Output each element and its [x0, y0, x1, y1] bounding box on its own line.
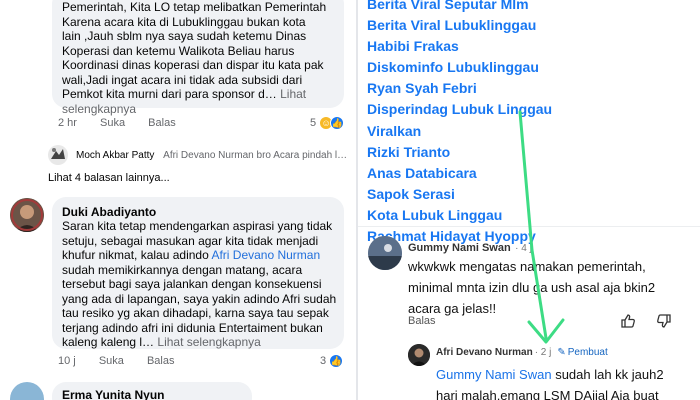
reply-avatar[interactable]	[48, 145, 68, 165]
commenter-avatar[interactable]	[368, 236, 402, 270]
comment-line: acara ga jelas!!	[408, 301, 497, 316]
pencil-icon: ✎	[557, 347, 566, 358]
creator-badge-label: Pembuat	[567, 347, 608, 358]
reply-link[interactable]: Balas	[408, 315, 436, 327]
comment-text: wkwkwk mengatas namakan pemerintah, mini…	[408, 256, 698, 319]
comment-2-line: terjang adindo afri ini didunia Entertai…	[62, 320, 323, 335]
mention-link[interactable]: Gummy Nami Swan	[436, 367, 552, 382]
tag-list: Berita Viral Seputar Mlm Berita Viral Lu…	[367, 0, 552, 247]
reaction-count[interactable]: 5 ☺ 👍	[310, 116, 345, 130]
reply-text: Gummy Nami Swan sudah lah kk jauh2 hari …	[436, 364, 700, 400]
comment-line: minimal mnta izin dlu ga ush asal aja bk…	[408, 280, 656, 295]
comment-2-line: setuju, sebagai masukan agar kita tidak …	[62, 233, 319, 248]
comment-2-line: yang ada di lapangan, saya yakin adindo …	[62, 291, 337, 306]
see-more-link[interactable]: selengkapnya	[62, 102, 342, 117]
thumbs-down-icon[interactable]	[656, 313, 672, 329]
comment-1-line: Pemerintah, Kita LO tetap melibatkan Pem…	[62, 0, 327, 14]
reply-preview[interactable]: Moch Akbar Patty Afri Devano Nurman bro …	[76, 150, 347, 161]
reply-time: · 2 j	[534, 347, 552, 358]
view-more-replies-link[interactable]: Lihat 4 balasan lainnya...	[48, 172, 170, 184]
right-comments-panel: Berita Viral Seputar Mlm Berita Viral Lu…	[358, 0, 700, 400]
comment-1-line: Pemkot kita murni dari para sponsor d… L…	[62, 87, 307, 101]
tag-link[interactable]: Diskominfo Lubuklinggau	[367, 57, 552, 78]
like-reaction-icon: 👍	[330, 116, 345, 130]
comment-1-actions: 2 hr Suka Balas	[58, 117, 196, 129]
comment-bubble-2[interactable]: Duki Abadiyanto Saran kita tetap mendeng…	[52, 197, 344, 349]
comment-1-line: Karena acara kita di Lubuklinggau bukan …	[62, 14, 306, 29]
like-reaction-icon: 👍	[329, 354, 344, 368]
comment-1-line: Koordinasi dinas koperasi dan dispar itu…	[62, 58, 324, 72]
section-separator	[358, 226, 700, 227]
comment-1-line: wali,Jadi ingat acara ini tidak ada subs…	[62, 72, 303, 87]
comment-2-line: tau resiko yg akan dihadapi, karna saya …	[62, 306, 329, 320]
see-more-link[interactable]: Lihat	[280, 87, 306, 101]
tag-link[interactable]: Rizki Trianto	[367, 142, 552, 163]
comment-2-line: khufur nikmat, kalau adindo Afri Devano …	[62, 248, 321, 262]
commenter-avatar[interactable]	[10, 198, 44, 232]
comment-time: 10 j	[58, 355, 76, 367]
tag-link[interactable]: Habibi Frakas	[367, 36, 552, 57]
reply-avatar[interactable]	[408, 344, 430, 366]
see-more-link[interactable]: Lihat selengkapnya	[157, 335, 260, 349]
comment-2-actions: 10 j Suka Balas	[58, 355, 194, 367]
reaction-number: 5	[310, 117, 317, 129]
comment-line: wkwkwk mengatas namakan pemerintah,	[408, 259, 646, 274]
comment-header: Gummy Nami Swan · 4 j	[408, 238, 532, 256]
comment-2-line: kaleng kaleng l… Lihat selengkapnya	[62, 335, 261, 349]
tag-link[interactable]: Ryan Syah Febri	[367, 78, 552, 99]
mention-link[interactable]: Afri Devano Nurman	[211, 248, 320, 262]
comment-bubble-1[interactable]: Pemerintah, Kita LO tetap melibatkan Pem…	[52, 0, 344, 116]
comment-1-line: lain ,Jauh sblm nya saya sudah ketemu Di…	[62, 29, 307, 43]
reply-header: Afri Devano Nurman · 2 j ✎ Pembuat	[436, 347, 608, 358]
commenter-avatar[interactable]	[10, 382, 44, 400]
thumbs-up-icon[interactable]	[620, 313, 636, 329]
comment-time: 2 hr	[58, 117, 77, 129]
tag-link[interactable]: Anas Databicara	[367, 163, 552, 184]
reply-preview-text: Afri Devano Nurman bro Acara pindah l…	[163, 150, 348, 161]
like-link[interactable]: Suka	[100, 117, 125, 129]
reply-author[interactable]: Afri Devano Nurman	[436, 347, 533, 358]
tag-link[interactable]: Berita Viral Lubuklinggau	[367, 15, 552, 36]
reply-link[interactable]: Balas	[147, 355, 175, 367]
comment-1-line: Koperasi dan ketemu Walikota Beliau haru…	[62, 43, 295, 58]
tag-link[interactable]: Disperindag Lubuk Linggau	[367, 99, 552, 120]
comment-author[interactable]: Erma Yunita Nyun	[62, 388, 164, 400]
tag-link[interactable]: Viralkan	[367, 121, 552, 142]
tag-link[interactable]: Kota Lubuk Linggau	[367, 205, 552, 226]
left-comments-panel: Pemerintah, Kita LO tetap melibatkan Pem…	[0, 0, 356, 400]
like-link[interactable]: Suka	[99, 355, 124, 367]
comment-author[interactable]: Duki Abadiyanto	[62, 205, 156, 219]
reply-link[interactable]: Balas	[148, 117, 176, 129]
comment-bubble-3[interactable]: Erma Yunita Nyun	[52, 382, 252, 400]
comment-author[interactable]: Gummy Nami Swan	[408, 242, 511, 254]
comment-2-line: tersebut bagi saya jalankan dengan konse…	[62, 277, 322, 291]
tag-link[interactable]: Sapok Serasi	[367, 184, 552, 205]
reply-preview-author[interactable]: Moch Akbar Patty	[76, 150, 154, 161]
comment-2-line: sudah memikirkannya dengan matang, acara	[62, 262, 303, 277]
reaction-number: 3	[320, 355, 327, 367]
reply-line: hari malah,emang LSM DAjjal Aja buat	[436, 388, 659, 400]
comment-time: · 4 j	[515, 243, 532, 254]
tag-link[interactable]: Berita Viral Seputar Mlm	[367, 0, 552, 15]
creator-badge: ✎ Pembuat	[557, 347, 607, 358]
reaction-count[interactable]: 3 👍	[320, 354, 344, 368]
comment-2-line: Saran kita tetap mendengarkan aspirasi y…	[62, 219, 333, 233]
reply-line: Gummy Nami Swan sudah lah kk jauh2	[436, 367, 664, 382]
